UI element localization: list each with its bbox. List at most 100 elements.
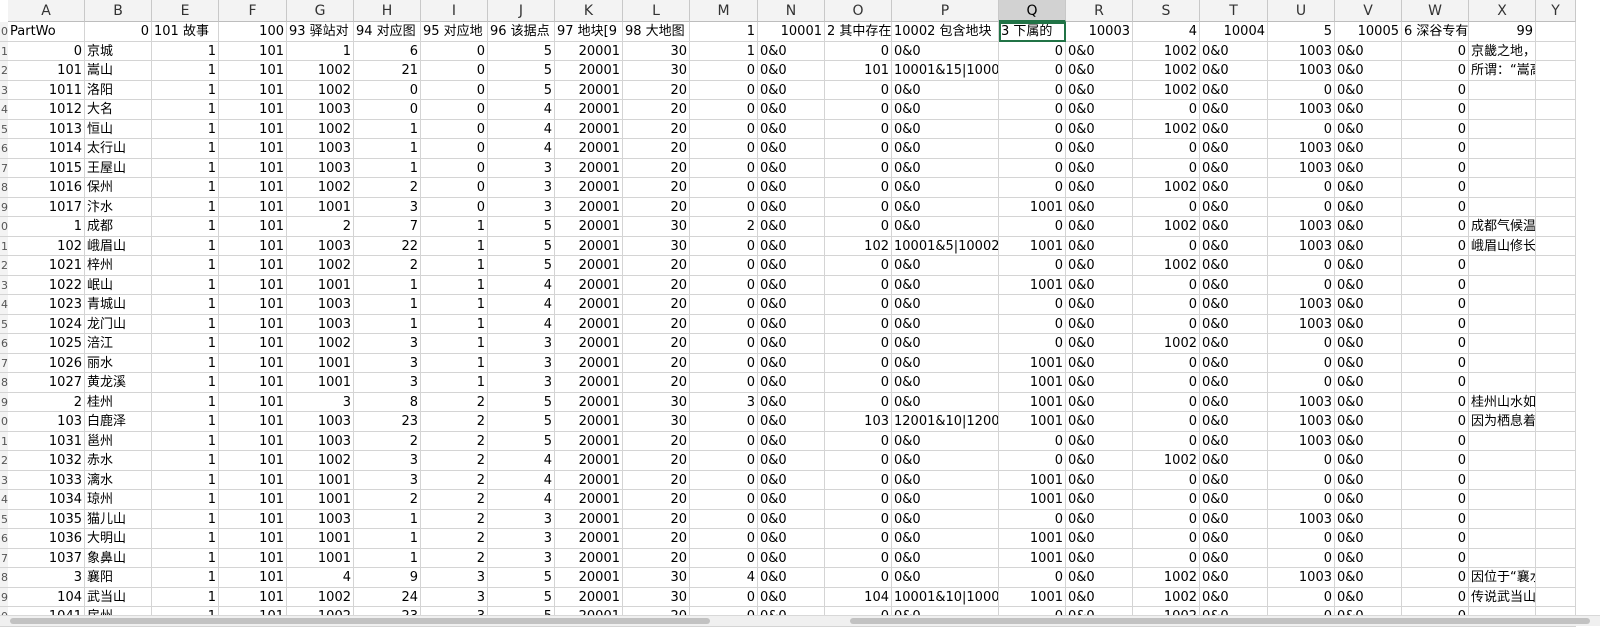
data-cell[interactable] [1469, 100, 1536, 120]
data-cell[interactable]: 0 [825, 373, 892, 393]
data-cell[interactable]: 1 [152, 139, 219, 159]
data-cell[interactable]: 京畿之地，极是 [1469, 41, 1536, 61]
data-cell[interactable]: 1001 [999, 490, 1066, 510]
data-cell[interactable]: 0&0 [892, 41, 999, 61]
data-cell[interactable]: 0&0 [1335, 529, 1402, 549]
data-cell[interactable]: 嵩山 [85, 61, 152, 81]
data-cell[interactable]: 20 [623, 197, 690, 217]
data-cell[interactable]: 0&0 [1066, 61, 1133, 81]
data-cell[interactable]: 1003 [1268, 100, 1335, 120]
data-cell[interactable] [1536, 587, 1576, 607]
data-cell[interactable]: 1002 [287, 451, 354, 471]
header-cell[interactable]: 10002 包含地块 [892, 22, 999, 42]
data-cell[interactable]: 0 [1133, 431, 1200, 451]
data-cell[interactable]: 0 [1133, 490, 1200, 510]
data-cell[interactable]: 101 [219, 587, 287, 607]
data-cell[interactable]: 0&0 [758, 217, 825, 237]
data-cell[interactable]: 3 [421, 568, 488, 588]
data-cell[interactable]: 3 [488, 529, 555, 549]
data-cell[interactable]: 0 [825, 548, 892, 568]
data-cell[interactable]: 20001 [555, 548, 623, 568]
data-cell[interactable]: 0&0 [892, 275, 999, 295]
data-cell[interactable]: 0&0 [1200, 587, 1268, 607]
data-cell[interactable]: 0&0 [892, 178, 999, 198]
data-cell[interactable]: 0 [421, 158, 488, 178]
data-cell[interactable]: 1003 [1268, 431, 1335, 451]
data-cell[interactable]: 0 [825, 431, 892, 451]
data-cell[interactable]: 3 [488, 178, 555, 198]
data-cell[interactable]: 0 [690, 431, 758, 451]
data-cell[interactable]: 0 [1402, 412, 1469, 432]
data-cell[interactable]: 0&0 [892, 548, 999, 568]
data-cell[interactable]: 101 [219, 548, 287, 568]
data-cell[interactable]: 0 [690, 373, 758, 393]
header-cell[interactable]: 10003 [1066, 22, 1133, 42]
data-cell[interactable]: 20 [623, 100, 690, 120]
data-cell[interactable]: 0 [690, 256, 758, 276]
data-cell[interactable]: 洛阳 [85, 80, 152, 100]
data-cell[interactable] [1536, 119, 1576, 139]
data-cell[interactable]: 0&0 [758, 431, 825, 451]
row-header[interactable]: 3 [0, 80, 8, 100]
data-cell[interactable]: 0 [1133, 509, 1200, 529]
data-cell[interactable]: 1001 [287, 548, 354, 568]
data-cell[interactable]: 104 [8, 587, 85, 607]
data-cell[interactable]: 1002 [1133, 587, 1200, 607]
data-cell[interactable]: 1001 [999, 353, 1066, 373]
row-header[interactable]: 4 [0, 100, 8, 120]
data-cell[interactable]: 0 [1133, 529, 1200, 549]
data-cell[interactable]: 0 [690, 236, 758, 256]
data-cell[interactable]: 0&0 [1066, 470, 1133, 490]
data-cell[interactable]: 0&0 [1200, 158, 1268, 178]
data-cell[interactable]: 0 [690, 158, 758, 178]
data-cell[interactable]: 0 [421, 61, 488, 81]
data-cell[interactable]: 0 [1402, 470, 1469, 490]
data-cell[interactable]: 桂州 [85, 392, 152, 412]
data-cell[interactable]: 30 [623, 392, 690, 412]
data-cell[interactable]: 岷山 [85, 275, 152, 295]
data-cell[interactable]: 0&0 [1335, 100, 1402, 120]
column-header-T[interactable]: T [1200, 0, 1268, 22]
column-header-K[interactable]: K [555, 0, 623, 22]
data-cell[interactable]: 101 [219, 529, 287, 549]
data-cell[interactable]: 0 [1402, 197, 1469, 217]
data-cell[interactable]: 0&0 [758, 139, 825, 159]
data-cell[interactable]: 0 [690, 490, 758, 510]
data-cell[interactable]: 5 [488, 392, 555, 412]
header-cell[interactable]: 101 故事 [152, 22, 219, 42]
data-cell[interactable]: 0 [1402, 275, 1469, 295]
data-cell[interactable]: 4 [488, 275, 555, 295]
data-cell[interactable]: 黄龙溪 [85, 373, 152, 393]
header-cell[interactable]: 99 [1469, 22, 1536, 42]
data-cell[interactable]: 青城山 [85, 295, 152, 315]
data-cell[interactable]: 0&0 [1200, 548, 1268, 568]
data-cell[interactable]: 24 [354, 587, 421, 607]
data-cell[interactable]: 1035 [8, 509, 85, 529]
data-cell[interactable]: 101 [219, 236, 287, 256]
data-cell[interactable]: 1001 [287, 529, 354, 549]
data-cell[interactable]: 2 [421, 490, 488, 510]
data-cell[interactable]: 20 [623, 490, 690, 510]
data-cell[interactable]: 0&0 [1200, 139, 1268, 159]
data-cell[interactable]: 101 [219, 197, 287, 217]
data-cell[interactable]: 0 [1268, 353, 1335, 373]
data-cell[interactable]: 20 [623, 314, 690, 334]
data-cell[interactable] [1536, 178, 1576, 198]
data-cell[interactable]: 1002 [1133, 334, 1200, 354]
data-cell[interactable]: 0&0 [1200, 509, 1268, 529]
data-cell[interactable]: 0 [1133, 275, 1200, 295]
data-cell[interactable]: 1002 [287, 61, 354, 81]
data-cell[interactable]: 1001 [999, 470, 1066, 490]
data-cell[interactable] [1536, 451, 1576, 471]
data-cell[interactable]: 2 [421, 451, 488, 471]
data-cell[interactable]: 1 [421, 334, 488, 354]
data-cell[interactable]: 101 [8, 61, 85, 81]
data-cell[interactable] [1469, 275, 1536, 295]
data-cell[interactable]: 0&0 [1335, 61, 1402, 81]
data-cell[interactable]: 1002 [287, 119, 354, 139]
header-cell[interactable]: 0 [85, 22, 152, 42]
column-header-P[interactable]: P [892, 0, 999, 22]
data-cell[interactable]: 0 [690, 334, 758, 354]
data-cell[interactable]: 20001 [555, 373, 623, 393]
data-cell[interactable]: 20001 [555, 490, 623, 510]
